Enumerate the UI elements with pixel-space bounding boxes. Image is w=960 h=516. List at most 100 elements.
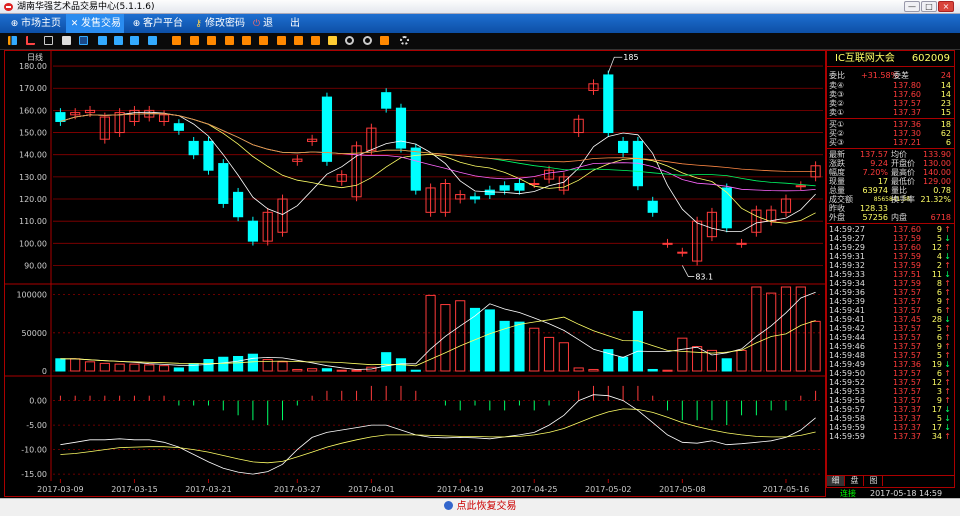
tab-1[interactable]: 盘 — [846, 476, 864, 486]
period-min-icon[interactable] — [130, 36, 139, 45]
tick-time: 14:59:36 — [829, 288, 865, 297]
volume-average-line — [60, 316, 816, 367]
ask-row: 卖④ 137.80 14 — [827, 81, 954, 90]
volume-bar — [233, 355, 244, 372]
nav-label: 出 — [290, 18, 300, 29]
candle-body — [410, 147, 421, 191]
resume-trading-bar[interactable]: 点此恢复交易 — [0, 498, 960, 516]
trade-tick-row: 14:59:59 137.37 34 ↑ — [827, 432, 954, 441]
stat-row: 现量 17 最低价 129.00 — [827, 177, 954, 186]
stat-value: 21.32% — [920, 195, 951, 204]
resume-trading-label[interactable]: 点此恢复交易 — [457, 501, 517, 512]
arrow-up-icon: ↑ — [944, 387, 951, 396]
tool-8-icon[interactable] — [294, 36, 303, 45]
table-icon[interactable] — [62, 36, 71, 45]
arrow-up-icon: ↑ — [944, 324, 951, 333]
tool-7-icon[interactable] — [277, 36, 286, 45]
nav-client-platform[interactable]: ⊕ 客户平台 — [128, 14, 186, 33]
volume-bar — [618, 356, 629, 372]
period-week-icon[interactable] — [98, 36, 107, 45]
tool-11-icon[interactable] — [380, 36, 389, 45]
period-month-icon[interactable] — [114, 36, 123, 45]
tick-price: 137.57 — [893, 351, 921, 360]
zoom-out-icon[interactable] — [363, 36, 372, 45]
tab-2[interactable]: 图 — [865, 476, 883, 486]
trade-tick-row: 14:59:58 137.37 5 ↓ — [827, 414, 954, 423]
restore-button[interactable]: □ — [921, 1, 937, 12]
nav-exit-2[interactable]: 出 — [286, 14, 308, 33]
tab-0[interactable]: 细 — [827, 476, 845, 486]
tool-3-icon[interactable] — [207, 36, 216, 45]
tool-6-icon[interactable] — [259, 36, 268, 45]
stat-value: 63974 — [862, 186, 888, 195]
price-tick-label: 90.00 — [24, 261, 47, 270]
bid-row: 买① 137.36 18 — [827, 120, 954, 129]
tick-time: 14:59:42 — [829, 324, 865, 333]
ask-price: 137.57 — [893, 99, 921, 108]
tick-qty: 28 — [931, 315, 942, 324]
stat-value: 140.00 — [923, 168, 951, 177]
arrow-up-icon: ↑ — [944, 396, 951, 405]
ask-qty: 23 — [940, 99, 951, 108]
kline-chart[interactable]: 180.00 170.00 160.00 150.00 140.00 130.00 120.… — [4, 50, 826, 497]
trade-tick-row: 14:59:32 137.59 2 ↑ — [827, 261, 954, 270]
ask-qty: 14 — [940, 90, 951, 99]
close-button[interactable]: × — [938, 1, 954, 12]
moving-average-ma10 — [60, 113, 816, 224]
bid-level-label: 买③ — [829, 138, 845, 147]
arrow-up-icon: ↑ — [944, 306, 951, 315]
tick-time: 14:59:33 — [829, 270, 865, 279]
tick-price: 137.57 — [893, 342, 921, 351]
tick-price: 137.57 — [893, 396, 921, 405]
tool-4-icon[interactable] — [225, 36, 234, 45]
candle-body — [618, 140, 629, 153]
tool-10-icon[interactable] — [328, 36, 337, 45]
stat-row: 外盘 57256 内盘 6718 — [827, 213, 954, 222]
tool-9-icon[interactable] — [311, 36, 320, 45]
trade-tick-row: 14:59:57 137.37 17 ↓ — [827, 405, 954, 414]
date-label: 2017-03-09 — [37, 485, 84, 494]
trade-tick-row: 14:59:27 137.60 9 ↑ — [827, 225, 954, 234]
price-tick-label: 160.00 — [19, 106, 47, 115]
zoom-in-icon[interactable] — [345, 36, 354, 45]
volume-bar — [114, 363, 125, 372]
trade-tick-row: 14:59:27 137.59 5 ↓ — [827, 234, 954, 243]
kline-icon[interactable] — [44, 36, 53, 45]
tool-1-icon[interactable] — [172, 36, 181, 45]
volume-bar — [70, 358, 81, 372]
minimize-button[interactable]: — — [904, 1, 920, 12]
trade-tick-row: 14:59:48 137.57 5 ↑ — [827, 351, 954, 360]
arrow-up-icon: ↑ — [944, 225, 951, 234]
line-chart-icon[interactable] — [26, 36, 35, 45]
gear-icon[interactable] — [400, 36, 409, 45]
tool-2-icon[interactable] — [190, 36, 199, 45]
tick-price: 137.60 — [893, 243, 921, 252]
weicha-label: 委差 — [893, 71, 909, 80]
tick-qty: 9 — [936, 297, 942, 306]
trade-tick-row: 14:59:53 137.57 3 ↑ — [827, 387, 954, 396]
nav-change-password[interactable]: ⚷ 修改密码 — [190, 14, 248, 33]
tick-price: 137.51 — [893, 270, 921, 279]
tool-5-icon[interactable] — [242, 36, 251, 45]
tick-price: 137.37 — [893, 405, 921, 414]
volume-bar — [129, 363, 140, 372]
tick-time: 14:59:41 — [829, 306, 865, 315]
tick-qty: 5 — [936, 324, 942, 333]
nav-issue-trade[interactable]: ✕ 发售交易 — [66, 14, 124, 33]
ask-price: 137.37 — [893, 108, 921, 117]
stat-label: 幅度 — [829, 168, 845, 177]
resume-icon — [443, 501, 453, 510]
quote-header: IC互联网大会 602009 — [827, 51, 954, 67]
tick-qty: 6 — [936, 306, 942, 315]
stat-label: 涨跌 — [829, 159, 845, 168]
nav-exit[interactable]: ⏻ 退 — [248, 14, 278, 33]
security-name: IC互联网大会 — [835, 53, 895, 64]
tick-time: 14:59:50 — [829, 369, 865, 378]
index-icon[interactable] — [148, 36, 157, 45]
tick-price: 137.59 — [893, 234, 921, 243]
arrow-up-icon: ↑ — [944, 288, 951, 297]
nav-market-home[interactable]: ⊕ 市场主页 — [6, 14, 66, 33]
tick-price: 137.60 — [893, 225, 921, 234]
period-day-icon[interactable] — [79, 36, 88, 45]
bar-chart-icon[interactable] — [8, 36, 17, 45]
